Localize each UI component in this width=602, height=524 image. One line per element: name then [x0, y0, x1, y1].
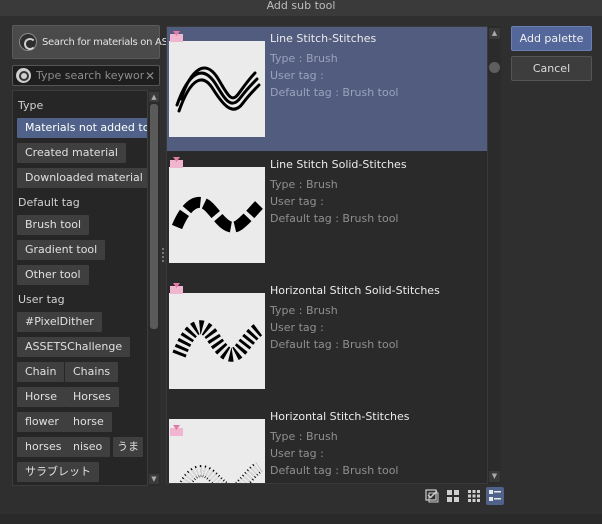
checkbox-view-button[interactable]: [423, 487, 441, 505]
material-item-line-stitch[interactable]: Line Stitch-Stitches Type : Brush User t…: [167, 27, 487, 151]
tag-chip-thoroughbred[interactable]: サラブレット: [17, 462, 99, 482]
tag-chip-horses[interactable]: Horses: [65, 387, 119, 407]
add-palette-button[interactable]: Add palette: [511, 26, 592, 51]
material-name: Line Stitch Solid-Stitches: [270, 158, 407, 171]
tag-chip-downloaded-material[interactable]: Downloaded material: [17, 168, 147, 188]
keyword-search-box: ✕: [12, 65, 160, 86]
material-thumbnail: [169, 419, 265, 483]
tag-chip-horse-lower[interactable]: horse: [65, 412, 112, 432]
material-default-tag: Default tag : Brush tool: [270, 86, 399, 99]
large-grid-view-button[interactable]: [444, 487, 462, 505]
view-mode-toolbar: [423, 487, 504, 505]
material-name: Horizontal Stitch-Stitches: [270, 410, 410, 423]
tag-chip-uma[interactable]: うま: [113, 437, 143, 457]
tag-chip-horses-lower[interactable]: horses: [17, 437, 70, 457]
tag-chip-pixeldither[interactable]: #PixelDither: [17, 312, 102, 332]
material-name: Line Stitch-Stitches: [270, 32, 377, 45]
material-item-horizontal-stitch-solid[interactable]: Horizontal Stitch Solid-Stitches Type : …: [167, 279, 487, 403]
tag-chip-horse[interactable]: Horse: [17, 387, 66, 407]
material-thumbnail: [169, 167, 265, 263]
material-item-line-stitch-solid[interactable]: Line Stitch Solid-Stitches Type : Brush …: [167, 153, 487, 277]
dialog-title: Add sub tool: [0, 0, 602, 16]
scroll-up-arrow-icon[interactable]: ▲: [149, 92, 159, 102]
material-user-tag: User tag :: [270, 321, 324, 334]
scroll-down-arrow-icon[interactable]: ▼: [489, 471, 500, 482]
material-type: Type : Brush: [270, 430, 338, 443]
scroll-down-arrow-icon[interactable]: ▼: [149, 474, 159, 484]
tag-chip-assetschallenge[interactable]: ASSETSChallenge: [17, 337, 131, 357]
material-default-tag: Default tag : Brush tool: [270, 338, 399, 351]
material-user-tag: User tag :: [270, 69, 324, 82]
download-badge-icon: [170, 283, 183, 294]
grid-large-icon: [447, 490, 459, 502]
section-title-user-tag: User tag: [18, 293, 65, 306]
tag-chip-niseo[interactable]: niseo: [65, 437, 111, 457]
material-default-tag: Default tag : Brush tool: [270, 212, 399, 225]
download-badge-icon: [170, 157, 183, 168]
material-default-tag: Default tag : Brush tool: [270, 464, 399, 477]
tag-list: Type Materials not added to pa Created m…: [12, 90, 148, 486]
tag-chip-not-added[interactable]: Materials not added to pa: [17, 118, 147, 138]
material-thumbnail: [169, 293, 265, 389]
tag-chip-brush-tool[interactable]: Brush tool: [17, 215, 90, 235]
download-badge-icon: [170, 425, 183, 436]
detail-list-view-button[interactable]: [486, 487, 504, 505]
material-name: Horizontal Stitch Solid-Stitches: [270, 284, 440, 297]
material-list-scroll-thumb[interactable]: [489, 62, 500, 73]
search-assets-button[interactable]: Search for materials on ASSETS: [12, 25, 192, 59]
tag-chip-chains[interactable]: Chains: [65, 362, 119, 382]
tag-chip-flower[interactable]: flower: [17, 412, 67, 432]
material-list-scrollbar[interactable]: ▲ ▼: [488, 26, 501, 484]
tag-chip-other-tool[interactable]: Other tool: [17, 265, 89, 285]
keyword-search-input[interactable]: [36, 69, 144, 82]
search-icon[interactable]: [16, 68, 31, 83]
cancel-button[interactable]: Cancel: [511, 56, 592, 81]
tag-chip-created-material[interactable]: Created material: [17, 143, 126, 163]
material-type: Type : Brush: [270, 52, 338, 65]
material-user-tag: User tag :: [270, 195, 324, 208]
clear-icon[interactable]: ✕: [145, 69, 155, 83]
small-grid-view-button[interactable]: [465, 487, 483, 505]
tag-chip-gradient-tool[interactable]: Gradient tool: [17, 240, 106, 260]
material-type: Type : Brush: [270, 304, 338, 317]
material-user-tag: User tag :: [270, 447, 324, 460]
material-item-horizontal-stitch[interactable]: Horizontal Stitch-Stitches Type : Brush …: [167, 405, 487, 483]
grid-small-icon: [468, 490, 480, 502]
material-thumbnail: [169, 41, 265, 137]
material-list: Line Stitch-Stitches Type : Brush User t…: [166, 26, 488, 484]
material-type: Type : Brush: [270, 178, 338, 191]
scroll-up-arrow-icon[interactable]: ▲: [489, 28, 500, 39]
checkbox-icon: [425, 489, 439, 503]
download-badge-icon: [170, 31, 183, 42]
assets-logo-icon: [19, 33, 37, 51]
panel-splitter-handle[interactable]: [162, 248, 164, 264]
filter-panel: Search for materials on ASSETS ✕ Type Ma…: [11, 24, 192, 486]
status-bar: [0, 514, 602, 524]
tag-list-scrollbar[interactable]: ▲ ▼: [148, 90, 160, 486]
section-title-default-tag: Default tag: [18, 196, 80, 209]
tag-list-scroll-thumb[interactable]: [150, 104, 158, 329]
tag-chip-chain[interactable]: Chain: [17, 362, 65, 382]
list-detail-icon: [489, 490, 501, 501]
section-title-type: Type: [18, 99, 44, 112]
